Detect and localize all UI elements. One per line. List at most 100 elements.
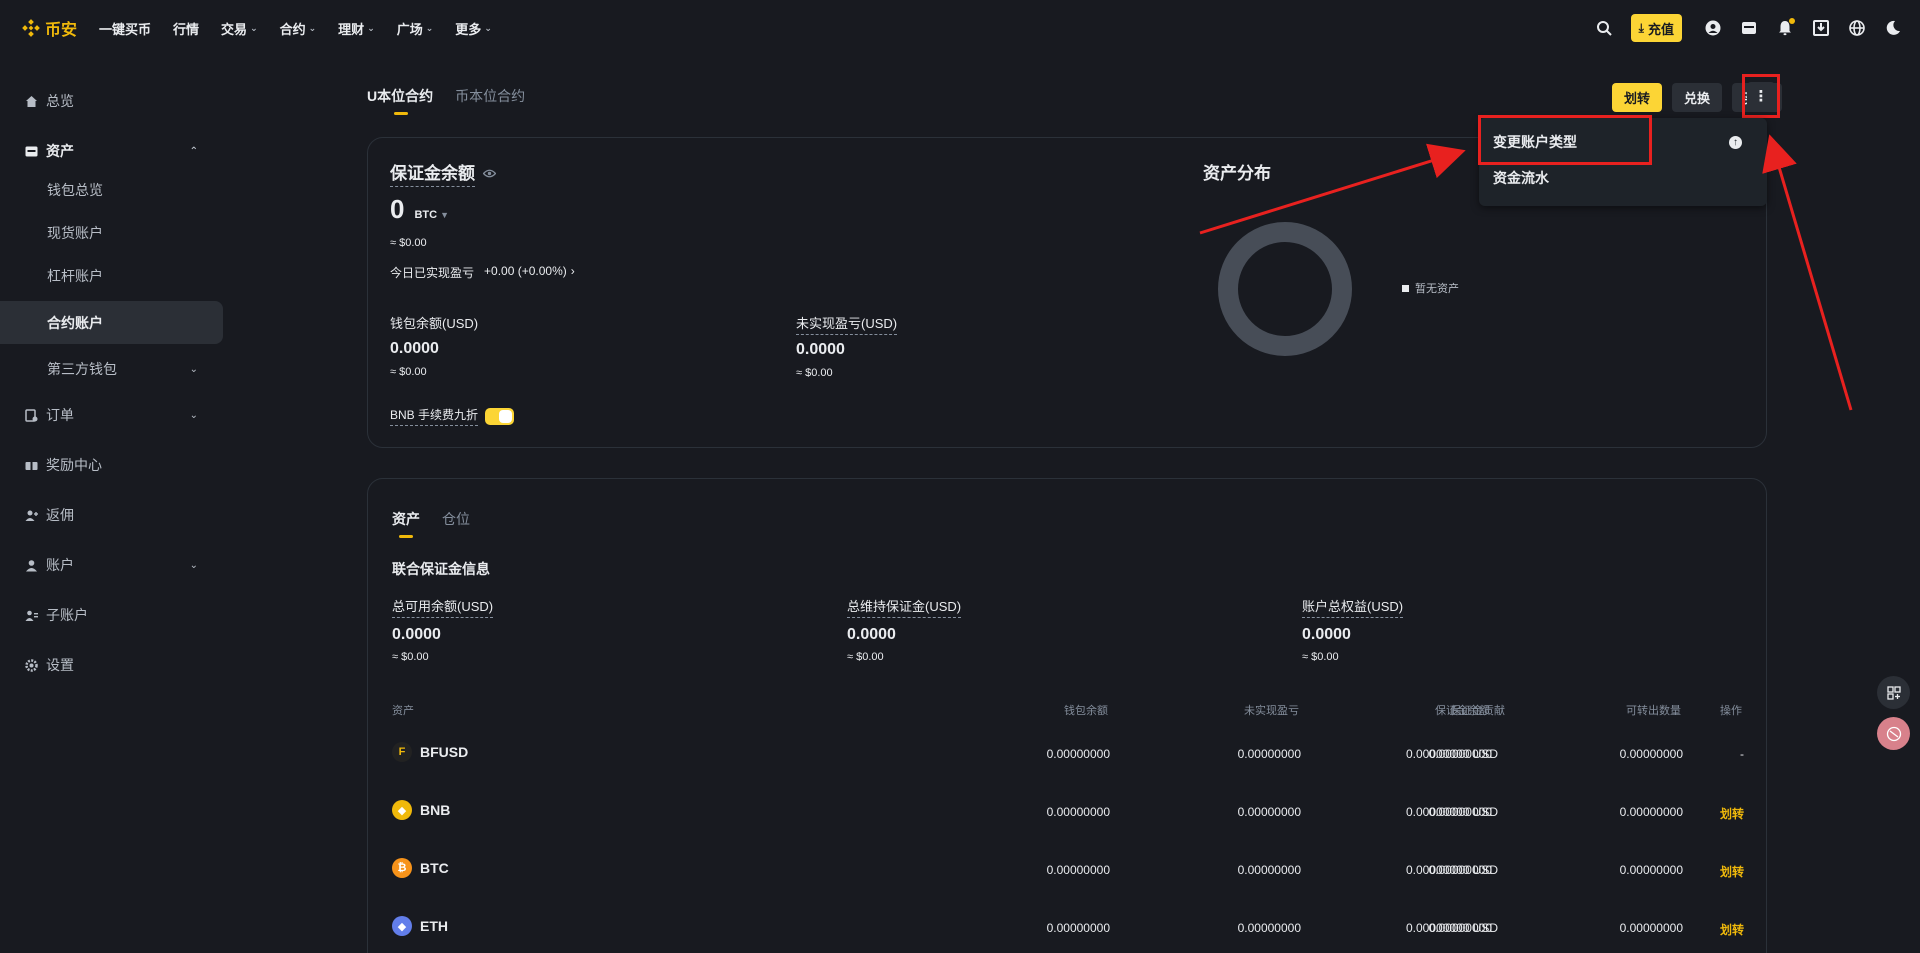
wallet-icon[interactable]: [1740, 19, 1758, 37]
nav-more[interactable]: 更多 ⌄: [455, 19, 492, 38]
header-wallet-balance: 钱包余额: [1064, 705, 1108, 717]
header-asset: 资产: [392, 705, 414, 717]
sidebar-label: 子账户: [46, 607, 88, 623]
margin-balance-header: 保证金余额: [390, 159, 497, 187]
apps-icon[interactable]: [1877, 676, 1910, 709]
cell-margin-contribution: 0.00000000 USD: [1406, 863, 1499, 877]
notification-dot: [1789, 18, 1795, 24]
sidebar-item-assets[interactable]: 资产 ⌃: [0, 130, 224, 172]
sidebar: 总览 资产 ⌃ 钱包总览 现货账户 杠杆账户 合约账户 第三方钱包 ⌄ 订单 ⌄ …: [0, 80, 224, 694]
tab-usdm-futures[interactable]: U本位合约: [367, 86, 433, 115]
sidebar-item-margin[interactable]: 杠杆账户: [0, 258, 224, 294]
nav-futures[interactable]: 合约 ⌄: [280, 19, 317, 38]
chevron-right-icon: ›: [570, 264, 575, 278]
page: 币安 一键买币 行情 交易⌄ 合约⌄ 理财⌄ 广场⌄ 更多⌄ ⤓ 充值: [0, 0, 1920, 953]
eye-icon[interactable]: [482, 165, 497, 181]
sidebar-label: 订单: [46, 407, 74, 423]
margin-balance-approx: ≈ $0.00: [390, 237, 427, 249]
cell-wallet-balance: 0.00000000: [1046, 863, 1110, 877]
sidebar-item-subaccount[interactable]: 子账户: [0, 594, 224, 636]
sidebar-label: 奖励中心: [46, 457, 102, 473]
chevron-down-icon: ⌄: [189, 409, 198, 421]
deposit-button[interactable]: ⤓ 充值: [1630, 14, 1682, 42]
asset-cell: F BFUSD: [392, 742, 468, 762]
asset-cell: ◆ BNB: [392, 800, 450, 820]
cell-transferable: 0.00000000: [1619, 921, 1683, 935]
download-app-icon[interactable]: [1812, 19, 1830, 37]
tab-assets[interactable]: 资产: [392, 509, 420, 538]
sidebar-item-referral[interactable]: 返佣: [0, 494, 224, 536]
cell-transferable: 0.00000000: [1619, 805, 1683, 819]
total-maintenance-value: 0.0000: [847, 626, 896, 643]
info-icon[interactable]: ↑: [1729, 136, 1742, 149]
sidebar-item-account[interactable]: 账户 ⌄: [0, 544, 224, 586]
nav-label: 交易: [221, 21, 248, 37]
sidebar-item-spot[interactable]: 现货账户: [0, 215, 224, 251]
binance-logo[interactable]: 币安: [22, 16, 77, 40]
tab-coinm-futures[interactable]: 币本位合约: [455, 86, 525, 106]
nav-markets[interactable]: 行情: [173, 19, 199, 38]
nav-label: 理财: [338, 21, 365, 37]
chevron-down-icon: ⌄: [425, 22, 434, 33]
row-transfer-link[interactable]: 划转: [1720, 863, 1744, 880]
sidebar-item-settings[interactable]: 设置: [0, 644, 224, 686]
cell-unrealized-pnl: 0.00000000: [1237, 805, 1301, 819]
sidebar-item-orders[interactable]: 订单 ⌄: [0, 394, 224, 436]
cell-transferable: 0.00000000: [1619, 747, 1683, 761]
cell-margin-contribution: 0.00000000 USD: [1406, 921, 1499, 935]
user-icon[interactable]: [1704, 19, 1722, 37]
chevron-down-icon: ⌄: [484, 22, 492, 33]
sidebar-item-overview[interactable]: 总览: [0, 80, 224, 122]
wallet-balance-label: 钱包余额(USD): [390, 316, 479, 331]
transfer-button[interactable]: 划转: [1611, 83, 1662, 112]
asset-cell: ₿ BTC: [392, 858, 449, 878]
logo-text: 币安: [45, 22, 78, 39]
cell-wallet-balance: 0.00000000: [1046, 747, 1110, 761]
sidebar-label: 杠杆账户: [47, 268, 103, 284]
tab-positions[interactable]: 仓位: [442, 509, 470, 529]
total-available-label: 总可用余额(USD): [392, 596, 494, 618]
total-available-approx: ≈ $0.00: [392, 651, 429, 663]
translate-icon[interactable]: [1877, 717, 1910, 750]
top-nav: 币安 一键买币 行情 交易 ⌄ 合约 ⌄ 理财 ⌄ 广场 ⌄ 更多 ⌄ ⤓ 充值: [0, 0, 1920, 56]
convert-button[interactable]: 兑换: [1671, 83, 1722, 112]
sidebar-label: 返佣: [46, 507, 74, 523]
coin-icon: ₿: [392, 858, 412, 878]
legend-label: 暂无资产: [1415, 283, 1459, 295]
nav-earn[interactable]: 理财 ⌄: [338, 19, 375, 38]
user-icon: [24, 558, 38, 572]
more-options-highlight: ⋮: [1742, 74, 1780, 118]
sidebar-label: 合约账户: [47, 314, 103, 331]
coin-icon: F: [392, 742, 412, 762]
total-equity-value: 0.0000: [1302, 626, 1351, 643]
globe-icon[interactable]: [1848, 19, 1866, 37]
currency-label: BTC: [414, 209, 438, 221]
row-transfer-link[interactable]: 划转: [1720, 805, 1744, 822]
more-options-button[interactable]: ⋮: [1747, 81, 1775, 111]
moon-icon[interactable]: [1884, 19, 1902, 37]
nav-square[interactable]: 广场 ⌄: [397, 19, 434, 38]
bell-icon[interactable]: [1776, 18, 1795, 37]
total-equity-approx: ≈ $0.00: [1302, 651, 1339, 663]
currency-select[interactable]: BTC ▼: [414, 209, 449, 221]
caret-down-icon: ▼: [440, 210, 450, 220]
today-pnl-value: +0.00 (+0.00%): [484, 264, 567, 278]
asset-name: ETH: [420, 918, 448, 934]
nav-trade[interactable]: 交易 ⌄: [221, 19, 258, 38]
bnb-discount-toggle[interactable]: [485, 407, 515, 425]
sidebar-item-futures[interactable]: 合约账户: [0, 301, 223, 344]
nav-quick-buy[interactable]: 一键买币: [99, 19, 151, 38]
sidebar-item-third-party-wallet[interactable]: 第三方钱包 ⌄: [0, 351, 224, 387]
header-unrealized-pnl: 未实现盈亏: [1244, 705, 1299, 717]
menu-item-fund-flow[interactable]: 资金流水: [1493, 168, 1549, 188]
row-transfer-link[interactable]: 划转: [1720, 921, 1744, 938]
today-pnl-row[interactable]: 今日已实现盈亏 +0.00 (+0.00%) ›: [390, 264, 575, 281]
ticket-icon: [24, 458, 38, 472]
table-row: F BFUSD 0.00000000 0.00000000 0.00000000 0.00…: [368, 728, 1768, 785]
sidebar-item-wallet-overview[interactable]: 钱包总览: [0, 172, 224, 208]
assets-card: 资产 仓位 联合保证金信息 总可用余额(USD) 0.0000 ≈ $0.00 …: [367, 478, 1767, 953]
search-icon[interactable]: [1595, 19, 1613, 37]
sidebar-item-rewards[interactable]: 奖励中心: [0, 444, 224, 486]
legend-swatch: [1402, 284, 1409, 292]
wallet-icon: [24, 144, 38, 158]
